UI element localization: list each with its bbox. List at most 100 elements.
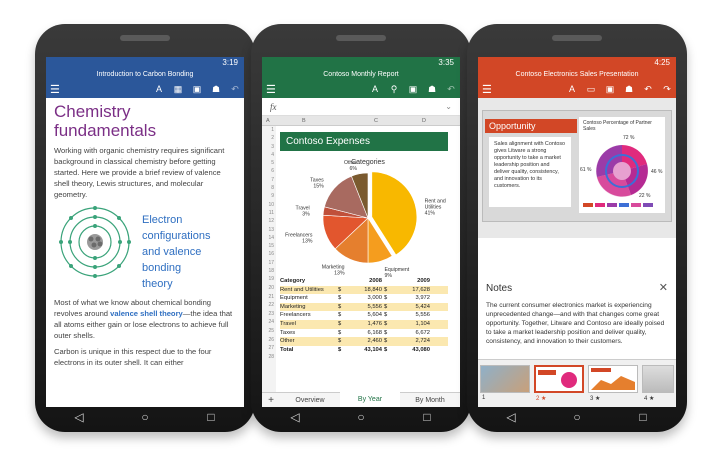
table-row[interactable]: Total $43,104 $43,080	[280, 346, 448, 355]
table-cell: $	[338, 286, 342, 293]
format-icon[interactable]: A	[567, 84, 577, 95]
clock: 3:19	[222, 58, 238, 67]
row-number: 18	[268, 268, 274, 275]
table-cell: 43,080	[412, 346, 430, 353]
recent-apps-icon[interactable]: □	[203, 411, 219, 423]
table-row[interactable]: Rent and Utilities $18,840 $17,628	[280, 285, 448, 295]
row-number: 10	[268, 201, 274, 208]
table-row[interactable]: Travel $1,476 $1,104	[280, 319, 448, 329]
row-number: 16	[268, 251, 274, 258]
menu-icon[interactable]: ☰	[50, 83, 70, 96]
slideshow-icon[interactable]: ▭	[586, 84, 596, 95]
table-cell: 3,000	[367, 295, 382, 302]
back-icon[interactable]: ◁	[503, 411, 519, 423]
menu-icon[interactable]: ☰	[266, 83, 286, 96]
table-cell: $	[384, 303, 388, 310]
recent-apps-icon[interactable]: □	[635, 411, 651, 423]
nav-bar: ◁ ○ □	[478, 407, 676, 427]
table-cell: Taxes	[280, 329, 296, 336]
formula-bar[interactable]: fx ⌄	[262, 98, 460, 116]
home-icon[interactable]: ○	[353, 411, 369, 423]
table-cell: 5,424	[415, 303, 430, 310]
chevron-down-icon[interactable]: ⌄	[445, 102, 452, 111]
table-cell: 17,628	[412, 286, 430, 293]
back-icon[interactable]: ◁	[287, 411, 303, 423]
pie-slice-label: Taxes 15%	[310, 178, 324, 190]
sheet-area[interactable]: Contoso Expenses Categories Rent and Utili…	[276, 126, 460, 392]
pie-label-61: 61 %	[580, 167, 592, 173]
table-row[interactable]: Freelancers $5,604 $5,556	[280, 311, 448, 320]
save-icon[interactable]: ▣	[192, 84, 202, 95]
spreadsheet-grid[interactable]: A B C D 1 2 3 4 5 6 7 8 9 10 11 12 13 14 15 16 17 18 19 20 2…	[262, 116, 460, 392]
current-slide[interactable]: Opportunity Sales alignment with Contoso…	[482, 110, 672, 222]
table-cell: $	[384, 338, 388, 345]
slide-thumbnail-1[interactable]	[480, 365, 530, 393]
table-row[interactable]: Taxes $6,168 $6,672	[280, 329, 448, 338]
share-icon[interactable]: ☗	[427, 84, 437, 95]
opportunity-text: Sales alignment with Contoso gives Litwa…	[489, 137, 571, 207]
home-icon[interactable]: ○	[137, 411, 153, 423]
notes-text[interactable]: The current consumer electronics market …	[486, 301, 668, 346]
format-icon[interactable]: A	[370, 84, 380, 95]
pie-slice-label: Equipment 9%	[384, 267, 409, 277]
word-screen: 3:19 Introduction to Carbon Bonding ☰ A …	[46, 57, 244, 407]
table-cell: Equipment	[280, 295, 308, 302]
atom-diagram-icon	[59, 206, 131, 278]
document-body[interactable]: Chemistry fundamentals Working with orga…	[46, 98, 244, 372]
row-number: 17	[268, 259, 274, 266]
table-row[interactable]: Equipment $3,000 $3,972	[280, 294, 448, 303]
undo-icon[interactable]: ↶	[643, 84, 653, 95]
table-cell: $	[384, 312, 388, 319]
row-number: 24	[268, 319, 274, 326]
table-body: Rent and Utilities $18,840 $17,628 Equipmen…	[280, 285, 448, 355]
row-number: 13	[268, 226, 274, 233]
save-icon[interactable]: ▣	[408, 84, 418, 95]
table-cell: $	[338, 346, 342, 353]
clock: 4:25	[654, 58, 670, 67]
recent-apps-icon[interactable]: □	[419, 411, 435, 423]
thumb-number-3: 3 ★	[590, 396, 601, 402]
tab-overview[interactable]: Overview	[280, 393, 340, 408]
column-headers: A B C D	[262, 116, 460, 126]
notes-title: Notes	[486, 283, 513, 294]
pie-slice-label: Travel 3%	[295, 205, 310, 217]
slide-canvas[interactable]: Opportunity Sales alignment with Contoso…	[478, 98, 676, 238]
tab-by-month[interactable]: By Month	[400, 393, 460, 408]
row-number: 28	[268, 353, 274, 360]
search-icon[interactable]: ⚲	[389, 84, 399, 95]
undo-icon[interactable]: ↶	[446, 84, 456, 95]
close-icon[interactable]: ✕	[659, 281, 668, 294]
row-number: 2	[271, 135, 274, 142]
redo-icon[interactable]: ↷	[662, 84, 672, 95]
table-cell: Marketing	[280, 303, 306, 310]
save-icon[interactable]: ▣	[605, 84, 615, 95]
share-icon[interactable]: ☗	[624, 84, 634, 95]
pie-slice-label: Other 6%	[344, 160, 357, 172]
add-sheet-button[interactable]: +	[262, 395, 280, 406]
table-cell: $	[338, 329, 342, 336]
share-icon[interactable]: ☗	[211, 84, 221, 95]
valence-shell-link[interactable]: valence shell theory	[110, 309, 183, 318]
table-cell: 2,460	[367, 338, 382, 345]
layout-icon[interactable]: ▦	[173, 84, 183, 95]
table-cell: $	[384, 286, 388, 293]
menu-icon[interactable]: ☰	[482, 83, 502, 96]
row-number: 26	[268, 336, 274, 343]
table-cell: 5,556	[367, 303, 382, 310]
nav-bar: ◁ ○ □	[46, 407, 244, 427]
slide-thumbnail-3[interactable]	[588, 365, 638, 393]
slide-thumbnail-2[interactable]	[534, 365, 584, 393]
row-number: 11	[268, 209, 274, 216]
undo-icon[interactable]: ↶	[230, 84, 240, 95]
home-icon[interactable]: ○	[569, 411, 585, 423]
table-cell: $	[338, 312, 342, 319]
table-row[interactable]: Other $2,460 $2,724	[280, 337, 448, 346]
format-icon[interactable]: A	[154, 84, 164, 95]
fx-icon: fx	[270, 101, 277, 112]
tab-by-year[interactable]: By Year	[340, 391, 400, 407]
table-row[interactable]: Marketing $5,556 $5,424	[280, 302, 448, 312]
back-icon[interactable]: ◁	[71, 411, 87, 423]
pie-label-72: 72 %	[623, 135, 635, 141]
presentation-title: Contoso Electronics Sales Presentation	[478, 68, 676, 81]
slide-thumbnail-4[interactable]	[642, 365, 674, 393]
